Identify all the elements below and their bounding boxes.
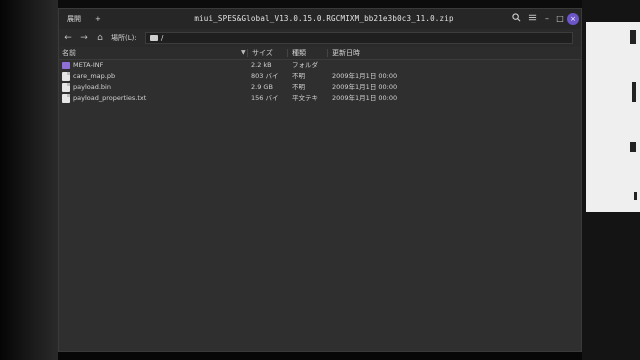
file-type: 平文テキ (292, 94, 318, 102)
forward-button[interactable]: → (77, 31, 91, 45)
file-size: 2.9 GB (251, 83, 273, 91)
file-list: META-INF 2.2 kB フォルダ care_map.pb 803 バイ … (59, 60, 581, 104)
file-type: 不明 (292, 83, 305, 91)
column-separator (247, 49, 248, 57)
close-button[interactable]: × (567, 13, 579, 25)
strip-mark (634, 192, 637, 200)
minimize-button[interactable]: – (541, 13, 553, 25)
strip-mark (630, 30, 636, 44)
archive-manager-window: 展開 + miui_SPES&Global_V13.0.15.0.RGCMIXM… (58, 8, 582, 352)
column-modified[interactable]: 更新日時 (332, 47, 360, 59)
window-title: miui_SPES&Global_V13.0.15.0.RGCMIXM_bb21… (194, 14, 454, 23)
file-modified: 2009年1月1日 00:00 (332, 94, 398, 102)
strip-mark (630, 142, 636, 152)
folder-icon (62, 62, 70, 69)
home-button[interactable]: ⌂ (93, 31, 107, 45)
file-size: 803 バイ (251, 72, 279, 80)
location-label: 場所(L): (111, 34, 137, 42)
search-icon[interactable] (510, 13, 522, 25)
column-name[interactable]: 名前 (62, 47, 76, 59)
column-type[interactable]: 種類 (292, 47, 306, 59)
column-separator (327, 49, 328, 57)
background-window-strip (586, 22, 640, 212)
maximize-button[interactable]: □ (554, 13, 566, 25)
file-name: META-INF (73, 61, 104, 69)
sort-down-icon: ▼ (241, 49, 246, 56)
folder-icon (150, 35, 158, 41)
file-icon (62, 83, 70, 92)
file-name: payload_properties.txt (73, 94, 147, 102)
menu-icon[interactable] (526, 13, 538, 25)
file-type: 不明 (292, 72, 305, 80)
column-header: 名前 ▼ サイズ 種類 更新日時 (59, 47, 581, 60)
file-type: フォルダ (292, 61, 318, 69)
file-name: payload.bin (73, 83, 111, 91)
file-icon (62, 94, 70, 103)
file-row[interactable]: META-INF 2.2 kB フォルダ (59, 60, 581, 71)
file-size: 2.2 kB (251, 61, 272, 69)
file-row[interactable]: payload.bin 2.9 GB 不明 2009年1月1日 00:00 (59, 82, 581, 93)
desktop-background-left (0, 0, 58, 360)
open-button[interactable]: 展開 (67, 12, 81, 26)
location-path: / (161, 34, 164, 42)
titlebar: 展開 + miui_SPES&Global_V13.0.15.0.RGCMIXM… (59, 9, 581, 29)
location-input[interactable]: / (145, 32, 573, 44)
add-button[interactable]: + (95, 12, 101, 26)
file-size: 156 バイ (251, 94, 279, 102)
back-button[interactable]: ← (61, 31, 75, 45)
file-icon (62, 72, 70, 81)
file-modified: 2009年1月1日 00:00 (332, 83, 398, 91)
file-row[interactable]: payload_properties.txt 156 バイ 平文テキ 2009年… (59, 93, 581, 104)
file-name: care_map.pb (73, 72, 116, 80)
file-modified: 2009年1月1日 00:00 (332, 72, 398, 80)
column-separator (287, 49, 288, 57)
column-size[interactable]: サイズ (252, 47, 273, 59)
file-row[interactable]: care_map.pb 803 バイ 不明 2009年1月1日 00:00 (59, 71, 581, 82)
strip-mark (632, 82, 636, 102)
location-bar: ← → ⌂ 場所(L): / (59, 29, 581, 47)
window-shadow (58, 352, 582, 360)
